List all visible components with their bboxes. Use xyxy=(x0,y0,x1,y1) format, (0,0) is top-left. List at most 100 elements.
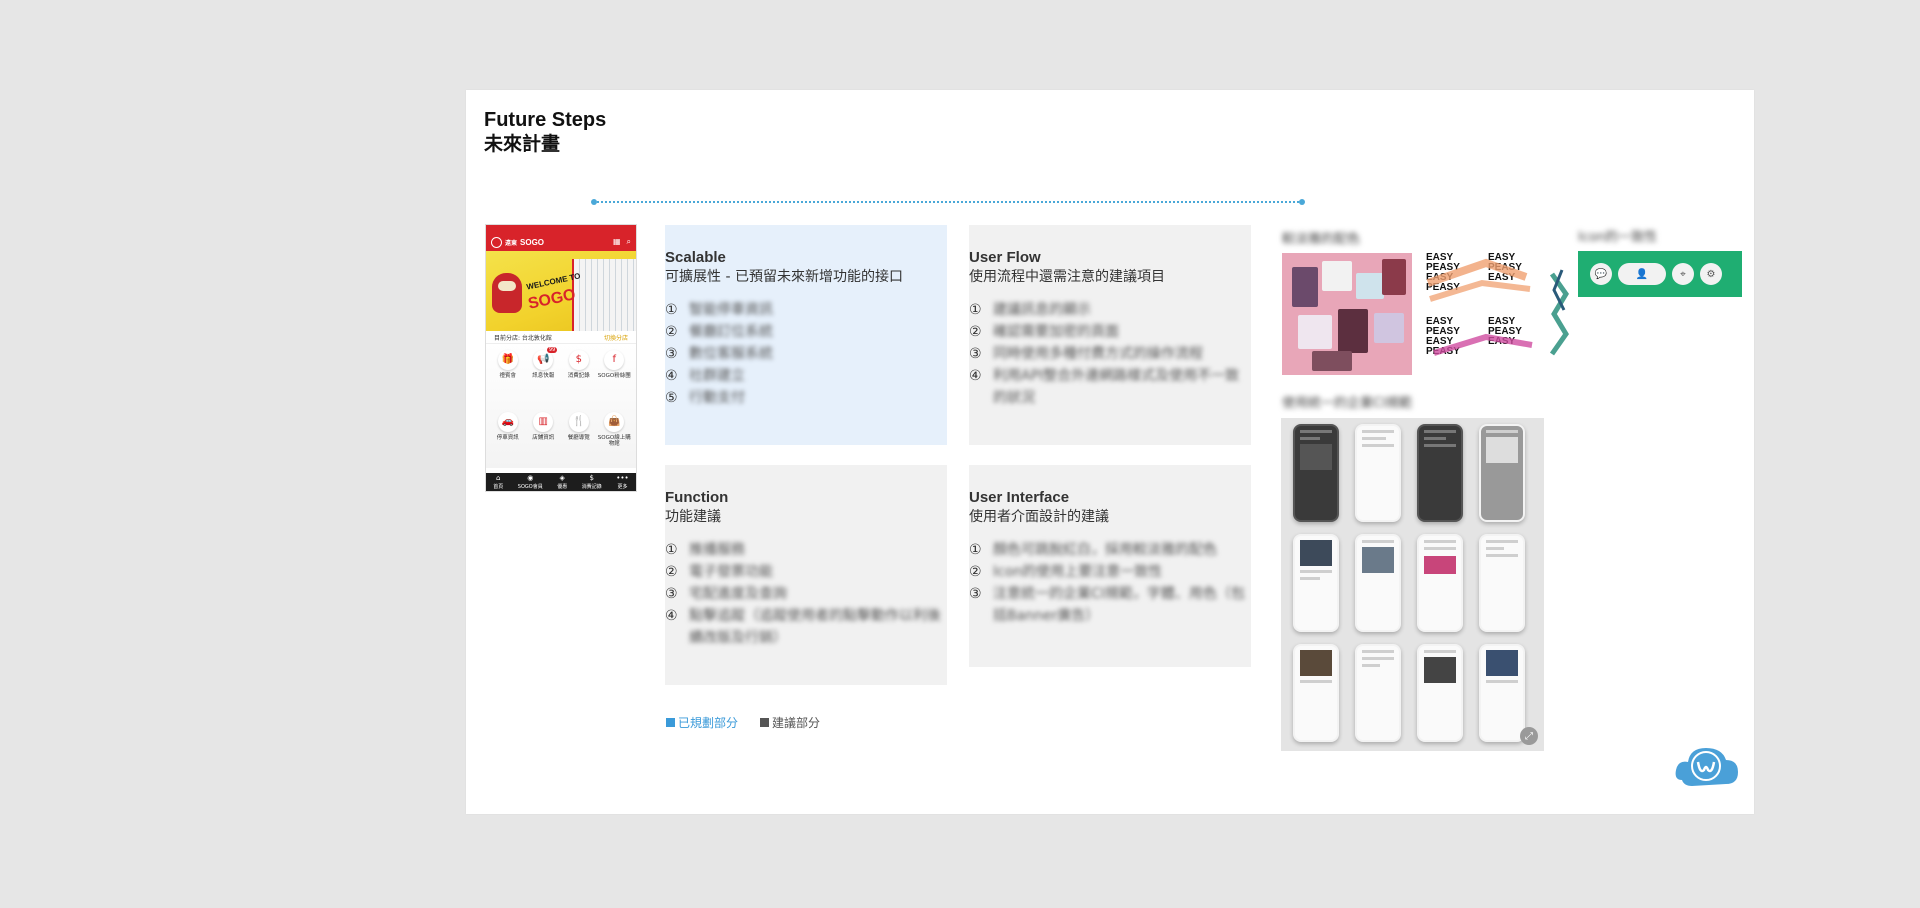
list-item: ② 餐廳訂位系統 xyxy=(665,321,947,343)
list-item: ③ 注意統一的企業CI規範，字體、用色（包括Banner廣告） xyxy=(969,583,1251,627)
icon-consistency-bar: 💬 👤 ⌖ ⚙ xyxy=(1578,251,1742,297)
shopping-bag-icon: 👜 xyxy=(604,412,625,432)
notification-badge: 99 xyxy=(546,347,558,353)
card-function: Function 功能建議 ① 推播服務 ② 電子發票功能 ③ 宅配進度及查詢 ④ 點擊… xyxy=(665,465,947,685)
home-icon: ⌂ xyxy=(496,473,501,482)
item-number: ④ xyxy=(969,368,982,384)
grid-item: ▥ 店鋪資訊 xyxy=(526,412,562,468)
legend-label: 已規劃部分 xyxy=(678,716,739,730)
card-scalable: Scalable 可擴展性 - 已預留未來新增功能的接口 ① 智能停車資訊 ② 餐廳… xyxy=(665,225,947,445)
item-number: ① xyxy=(969,302,982,318)
typography-poster: EASY PEASY EASY PEASY EASY PEASY EASY PE… xyxy=(1426,253,1534,375)
megaphone-icon: 📢 99 xyxy=(533,347,558,370)
location-pin-icon: ⌖ xyxy=(1672,263,1694,285)
title-chinese: 未來計畫 xyxy=(484,133,561,155)
list-item: ① 推播服務 xyxy=(665,539,947,561)
grid-item-label: 停車資訊 xyxy=(496,435,519,441)
ci-mockup-grid: ⤢ xyxy=(1281,418,1544,751)
receipt-icon: $ xyxy=(568,350,589,370)
list-item: ④ 社群建立 xyxy=(665,365,947,387)
card-title: Function xyxy=(665,489,729,506)
item-number: ① xyxy=(665,542,678,558)
grid-item-label: 消費記錄 xyxy=(567,373,590,379)
mockup-phone xyxy=(1293,534,1339,632)
search-icon: ⌕ xyxy=(626,237,631,246)
item-text: 宅配進度及查詢 xyxy=(689,586,787,602)
page-title: Future Steps 未來計畫 xyxy=(484,108,606,156)
mockup-phone xyxy=(1479,534,1525,632)
item-number: ⑤ xyxy=(665,390,678,406)
tab-label: 更多 xyxy=(617,483,628,490)
item-text: Icon的使用上要注意一致性 xyxy=(993,564,1163,580)
package-box xyxy=(1298,315,1332,349)
dining-icon: 🍴 xyxy=(568,412,589,432)
pastel-packaging-photo xyxy=(1282,253,1412,375)
brush-strokes xyxy=(1426,258,1533,356)
legend-label: 建議部分 xyxy=(772,716,821,730)
user-icon: 👤 xyxy=(1618,263,1666,285)
receipt-icon: $ xyxy=(589,473,594,482)
package-box xyxy=(1338,309,1368,353)
store-location-row: 目前分店: 台北敦化館 切換分店 xyxy=(486,331,636,344)
phone-tab-bar: ⌂ 首頁 ◉ SOGO會員 ◈ 優惠 $ 消費記錄 ••• 更多 xyxy=(486,473,636,491)
palette-label: 較淡雅的配色 xyxy=(1282,232,1361,247)
card-subtitle: 使用流程中還需注意的建議項目 xyxy=(969,269,1165,285)
icon-consistency-label: Icon的一致性 xyxy=(1578,230,1658,245)
card-item-list: ① 智能停車資訊 ② 餐廳訂位系統 ③ 數位客服系統 ④ 社群建立 ⑤ 行動支付 xyxy=(665,299,947,409)
mockup-phone xyxy=(1417,534,1463,632)
phone-status-bar xyxy=(486,225,636,233)
item-text: 推播服務 xyxy=(689,542,745,558)
item-text: 確認需要加密的頁面 xyxy=(993,324,1119,340)
item-number: ② xyxy=(969,324,982,340)
legend-swatch xyxy=(760,718,770,727)
package-box xyxy=(1382,259,1406,295)
header-small-text: 遠東 xyxy=(505,240,518,247)
title-english: Future Steps xyxy=(484,109,607,131)
grid-item: 🚗 停車資訊 xyxy=(490,412,526,468)
list-item: ③ 宅配進度及查詢 xyxy=(665,583,947,605)
item-text: 建議訊息的顯示 xyxy=(993,302,1091,318)
grid-item: 🍴 餐廳導覽 xyxy=(561,412,597,468)
chat-icon: 💬 xyxy=(1590,263,1612,285)
logo-circle-icon xyxy=(491,236,502,248)
package-box xyxy=(1356,273,1384,299)
qr-code-icon: ▦ xyxy=(612,237,621,246)
item-text: 智能停車資訊 xyxy=(689,302,773,318)
list-item: ③ 同時使用多種付費方式的操作流程 xyxy=(969,343,1251,365)
item-number: ④ xyxy=(665,608,678,624)
list-item: ④ 點擊追蹤（追蹤使用者的點擊動作以利後續改版及行銷） xyxy=(665,605,947,649)
mockup-phone xyxy=(1355,424,1401,522)
mockup-phone xyxy=(1479,644,1525,742)
item-text: 電子發票功能 xyxy=(689,564,773,580)
member-icon: ◉ xyxy=(527,473,534,482)
card-user-flow: User Flow 使用流程中還需注意的建議項目 ① 建議訊息的顯示 ② 確認需要加… xyxy=(969,225,1251,445)
company-logo-icon xyxy=(1675,748,1738,786)
ci-label: 使用統一的企業CI規範 xyxy=(1282,396,1412,411)
welcome-banner: WELCOME TO SOGO xyxy=(486,251,636,331)
item-number: ① xyxy=(665,302,678,318)
item-number: ④ xyxy=(665,368,678,384)
feature-grid: 🎁 禮賓會 📢 99 訊息快報 $ 消費記錄 f SOGO粉絲團 🚗 停車資訊 ▥ 店鋪資訊 … xyxy=(486,344,636,468)
card-subtitle: 功能建議 xyxy=(665,509,721,525)
item-number: ③ xyxy=(665,586,678,602)
gear-icon: ⚙ xyxy=(1700,263,1722,285)
item-text: 餐廳訂位系統 xyxy=(689,324,773,340)
location-label: 目前分店: 台北敦化館 xyxy=(494,334,552,342)
grid-item: f SOGO粉絲團 xyxy=(597,350,633,400)
phone-header: 遠東 SOGO ▦ ⌕ xyxy=(486,233,636,251)
list-item: ① 智能停車資訊 xyxy=(665,299,947,321)
item-number: ③ xyxy=(969,586,982,602)
strip-art xyxy=(1549,269,1569,356)
legend-planned: 已規劃部分 xyxy=(666,714,738,731)
megaphone-glyph: 📢 xyxy=(537,354,550,365)
package-box xyxy=(1292,267,1318,307)
building-icon: ▥ xyxy=(533,412,554,432)
building-illustration xyxy=(572,259,636,331)
tab-label: 優惠 xyxy=(557,483,568,490)
banner-brand-text: SOGO xyxy=(526,286,578,313)
list-item: ④ 利用API整合外連網路樣式及使用不一致的狀況 xyxy=(969,365,1251,409)
item-number: ② xyxy=(665,564,678,580)
expand-icon[interactable]: ⤢ xyxy=(1520,727,1538,745)
tab-member: ◉ SOGO會員 xyxy=(518,473,543,490)
list-item: ② Icon的使用上要注意一致性 xyxy=(969,561,1251,583)
